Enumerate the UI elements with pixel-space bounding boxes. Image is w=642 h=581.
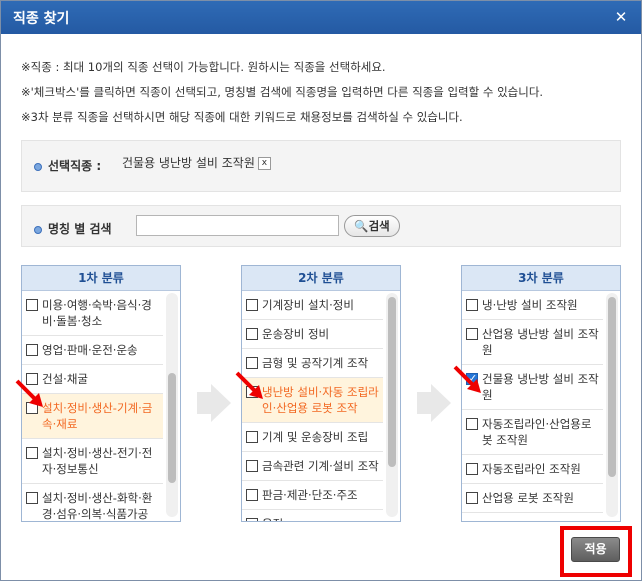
category-item[interactable]: 용접 <box>242 510 383 521</box>
selected-job-tag: 건물용 냉난방 설비 조작원 x <box>122 154 271 171</box>
name-search-box: 명칭 별 검색 🔍검색 <box>21 205 621 247</box>
bullet-icon <box>34 225 42 234</box>
category-item-label: 냉·난방 설비 조작원 <box>482 298 578 312</box>
category-item-label: 건물용 냉난방 설비 조작원 <box>482 372 599 402</box>
category-item[interactable]: 자동조립라인·산업용로봇 조작원 <box>462 410 603 455</box>
checkbox[interactable] <box>246 431 258 443</box>
category-item[interactable]: 운송장비 정비 <box>242 320 383 349</box>
category-item-label: 금속관련 기계·설비 조작 <box>262 459 379 473</box>
scrollbar-thumb[interactable] <box>168 373 176 483</box>
scrollbar-thumb[interactable] <box>608 297 616 477</box>
selected-jobs-box: 선택직종 : 건물용 냉난방 설비 조작원 x <box>21 140 621 192</box>
category-list-2: 기계장비 설치·정비운송장비 정비금형 및 공작기계 조작냉난방 설비·자동 조… <box>242 291 383 521</box>
category-item-label: 판금·제관·단조·주조 <box>262 488 358 502</box>
checkbox[interactable] <box>246 460 258 472</box>
red-arrow-annotation <box>235 371 263 399</box>
selected-jobs-label: 선택직종 : <box>34 157 101 174</box>
category-item-label: 운송장비 정비 <box>262 327 330 341</box>
scrollbar[interactable] <box>386 293 398 517</box>
category-item[interactable]: 설치·정비·생산-전기·전자·정보통신 <box>22 439 163 484</box>
panel-header: 3차 분류 <box>462 266 620 291</box>
category-item[interactable]: 산업용 로봇 조작원 <box>462 484 603 513</box>
category-item[interactable]: 냉·난방 설비 조작원 <box>462 291 603 320</box>
category-item-label: 산업용 냉난방 설비 조작원 <box>482 327 599 357</box>
red-arrow-annotation <box>15 379 43 407</box>
instruction-line: ※'체크박스'를 클릭하면 직종이 선택되고, 명칭별 검색에 직종명을 입력하… <box>21 85 544 99</box>
category-item-label: 냉난방 설비·자동 조립라인·산업용 로봇 조작 <box>262 385 379 415</box>
checkbox[interactable] <box>246 518 258 521</box>
category-item-label: 설치·정비·생산-전기·전자·정보통신 <box>42 446 153 476</box>
category-item-label: 자동조립라인 조작원 <box>482 462 581 476</box>
panel-header: 2차 분류 <box>242 266 400 291</box>
category-item-label: 자동차 조립라인 조작원 <box>482 519 595 521</box>
instruction-line: ※3차 분류 직종을 선택하시면 해당 직종에 대한 키워드로 채용정보를 검색… <box>21 110 463 124</box>
category-item-label: 설치·정비·생산-기계·금속·재료 <box>42 401 153 431</box>
dialog-title: 직종 찾기 <box>13 10 70 27</box>
category-item[interactable]: 금속관련 기계·설비 조작 <box>242 452 383 481</box>
checkbox[interactable] <box>466 463 478 475</box>
category-item-label: 영업·판매·운전·운송 <box>42 343 138 357</box>
category-item[interactable]: 미용·여행·숙박·음식·경비·돌봄·청소 <box>22 291 163 336</box>
instructions: ※직종 : 최대 10개의 직종 선택이 가능합니다. 원하시는 직종을 선택하… <box>21 55 543 130</box>
red-arrow-annotation <box>453 365 481 393</box>
apply-button[interactable]: 적용 <box>571 537 620 562</box>
close-icon[interactable]: ✕ <box>611 7 631 27</box>
checkbox[interactable] <box>466 418 478 430</box>
search-icon: 🔍 <box>354 219 369 233</box>
checkbox[interactable] <box>246 357 258 369</box>
category-item-label: 설치·정비·생산-화학·환경·섬유·의복·식품가공 <box>42 491 153 521</box>
checkbox[interactable] <box>26 447 38 459</box>
checkbox[interactable] <box>466 492 478 504</box>
category-item[interactable]: 기계 및 운송장비 조립 <box>242 423 383 452</box>
checkbox[interactable] <box>26 492 38 504</box>
category-item-label: 미용·여행·숙박·음식·경비·돌봄·청소 <box>42 298 152 328</box>
bullet-icon <box>34 162 42 171</box>
category-item-label: 산업용 로봇 조작원 <box>482 491 574 505</box>
instruction-line: ※직종 : 최대 10개의 직종 선택이 가능합니다. 원하시는 직종을 선택하… <box>21 60 386 74</box>
category-item[interactable]: 산업용 냉난방 설비 조작원 <box>462 320 603 365</box>
category-item[interactable]: 설치·정비·생산-화학·환경·섬유·의복·식품가공 <box>22 484 163 521</box>
checkbox[interactable] <box>246 328 258 340</box>
dialog-titlebar: 직종 찾기 <box>1 1 641 34</box>
category-item[interactable]: 자동차 조립라인 조작원 <box>462 513 603 521</box>
category-item-label: 자동조립라인·산업용로봇 조작원 <box>482 417 592 447</box>
checkbox[interactable] <box>246 489 258 501</box>
checkbox[interactable] <box>26 299 38 311</box>
category-item-label: 금형 및 공작기계 조작 <box>262 356 369 370</box>
search-input[interactable] <box>136 215 339 236</box>
checkbox[interactable] <box>26 344 38 356</box>
checkbox[interactable] <box>246 299 258 311</box>
category-item-label: 용접 <box>262 516 283 521</box>
panel-header: 1차 분류 <box>22 266 180 291</box>
search-button[interactable]: 🔍검색 <box>344 215 400 237</box>
job-search-dialog: 직종 찾기 ✕ ※직종 : 최대 10개의 직종 선택이 가능합니다. 원하시는… <box>0 0 642 581</box>
checkbox[interactable] <box>466 299 478 311</box>
category-item-label: 기계장비 설치·정비 <box>262 298 354 312</box>
scrollbar[interactable] <box>606 293 618 517</box>
scrollbar-thumb[interactable] <box>388 297 396 467</box>
scrollbar[interactable] <box>166 293 178 517</box>
category-item[interactable]: 판금·제관·단조·주조 <box>242 481 383 510</box>
selected-job-name: 건물용 냉난방 설비 조작원 <box>122 156 255 170</box>
category-item[interactable]: 영업·판매·운전·운송 <box>22 336 163 365</box>
category-item[interactable]: 기계장비 설치·정비 <box>242 291 383 320</box>
category-list-3: 냉·난방 설비 조작원산업용 냉난방 설비 조작원건물용 냉난방 설비 조작원자… <box>462 291 603 521</box>
search-label: 명칭 별 검색 <box>34 220 112 237</box>
category-item[interactable]: 자동조립라인 조작원 <box>462 455 603 484</box>
checkbox[interactable] <box>466 328 478 340</box>
remove-tag-icon[interactable]: x <box>257 157 271 170</box>
category-item-label: 기계 및 운송장비 조립 <box>262 430 369 444</box>
